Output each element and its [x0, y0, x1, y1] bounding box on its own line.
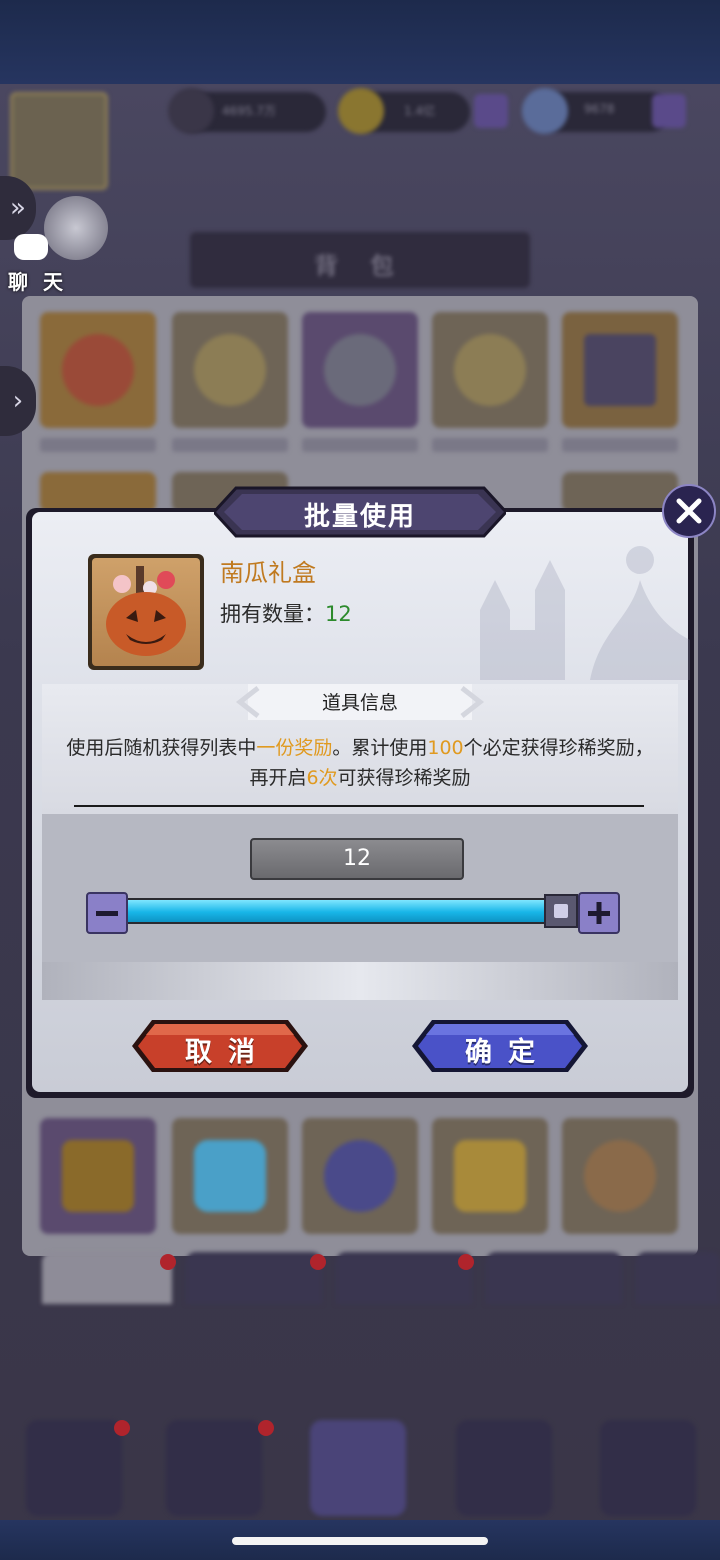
inventory-slot[interactable] — [432, 1118, 548, 1234]
decrease-button[interactable] — [86, 892, 128, 934]
notification-dot — [114, 1420, 130, 1436]
owned-count-row: 拥有数量：12 — [220, 598, 352, 628]
top-decor-band — [0, 0, 720, 84]
description-text: 。累计使用 — [332, 737, 428, 759]
description-highlight: 100 — [427, 737, 464, 759]
item-description: 使用后随机获得列表中一份奖励。累计使用100个必定获得珍稀奖励，再开启6次可获得… — [58, 733, 662, 793]
slot-label — [302, 438, 418, 452]
notification-dot — [458, 1254, 474, 1270]
inventory-slot[interactable] — [562, 312, 678, 428]
divider — [74, 805, 644, 807]
home-indicator[interactable] — [232, 1537, 488, 1545]
info-tab-label: 道具信息 — [321, 692, 398, 714]
chat-label[interactable]: 聊 天 — [8, 266, 67, 295]
chat-orb[interactable] — [44, 196, 108, 260]
inventory-slot[interactable] — [432, 312, 548, 428]
quantity-slider-thumb[interactable] — [544, 894, 578, 928]
item-icon-box — [92, 558, 200, 666]
panel-title: 背 包 — [314, 252, 406, 280]
tab-all[interactable] — [42, 1252, 172, 1304]
bottom-nav-item[interactable] — [166, 1420, 262, 1516]
inventory-slot[interactable] — [40, 472, 156, 512]
diamond-add-button[interactable] — [652, 94, 686, 128]
info-panel-footer — [42, 962, 678, 1000]
notification-dot — [258, 1420, 274, 1436]
slot-label — [40, 438, 156, 452]
close-button[interactable] — [662, 484, 716, 538]
panel-title-bar: 背 包 — [190, 232, 530, 288]
trophy-value: 4695.7万 — [222, 104, 276, 118]
inventory-slot[interactable] — [172, 1118, 288, 1234]
owned-count: 12 — [325, 602, 352, 626]
close-icon — [676, 498, 702, 524]
tab-4[interactable] — [486, 1252, 622, 1304]
gold-coin-icon — [338, 88, 384, 134]
diamond-value: 9678 — [584, 102, 615, 116]
dialog-title: 批量使用 — [303, 502, 416, 532]
notification-dot — [310, 1254, 326, 1270]
bottom-nav-item[interactable] — [310, 1420, 406, 1516]
castle-decoration — [480, 546, 690, 680]
bottom-nav-item[interactable] — [26, 1420, 122, 1516]
chat-bubble-icon[interactable] — [14, 234, 48, 260]
bottom-nav-item[interactable] — [600, 1420, 696, 1516]
inventory-slot[interactable] — [302, 1118, 418, 1234]
inventory-slot[interactable] — [40, 1118, 156, 1234]
cancel-button[interactable]: 取消 — [130, 1030, 310, 1069]
description-text: 可获得珍稀奖励 — [337, 767, 471, 789]
quantity-value: 12 — [343, 846, 371, 871]
inventory-slot[interactable] — [40, 312, 156, 428]
minus-icon — [96, 911, 118, 916]
avatar[interactable] — [10, 92, 108, 190]
plus-icon — [588, 902, 610, 924]
trophy-icon — [168, 88, 214, 134]
slot-label — [562, 438, 678, 452]
owned-label: 拥有数量： — [220, 602, 325, 626]
description-highlight: 6次 — [306, 767, 338, 789]
gold-add-button[interactable] — [474, 94, 508, 128]
confirm-button[interactable]: 确定 — [410, 1030, 590, 1069]
inventory-slot[interactable] — [562, 472, 678, 512]
item-name: 南瓜礼盒 — [220, 559, 316, 587]
slot-label — [172, 438, 288, 452]
description-highlight: 一份奖励 — [256, 737, 333, 759]
inventory-slot[interactable] — [562, 1118, 678, 1234]
increase-button[interactable] — [578, 892, 620, 934]
notification-dot — [160, 1254, 176, 1270]
bottom-nav-item[interactable] — [456, 1420, 552, 1516]
inventory-slot[interactable] — [172, 312, 288, 428]
slot-label — [432, 438, 548, 452]
tab-3[interactable] — [336, 1252, 472, 1304]
description-text: 使用后随机获得列表中 — [66, 737, 257, 759]
diamond-icon — [522, 88, 568, 134]
tab-5[interactable] — [636, 1252, 720, 1304]
pumpkin-gift-box-icon — [106, 566, 186, 656]
inventory-slot[interactable] — [302, 312, 418, 428]
gold-value: 1.4亿 — [404, 104, 436, 118]
tab-2[interactable] — [186, 1252, 322, 1304]
quantity-slider-fill — [126, 900, 546, 922]
